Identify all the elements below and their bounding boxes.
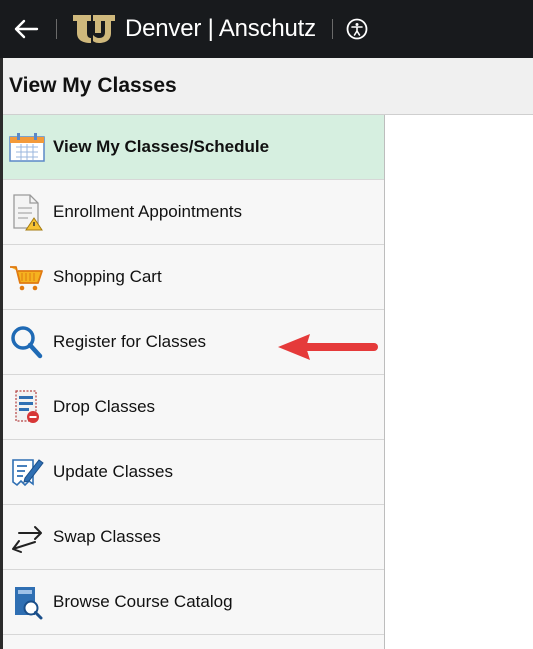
banner-separator <box>56 19 57 39</box>
nav-item-label: Update Classes <box>53 462 174 481</box>
nav-item-view-my-classes-schedule[interactable]: View My Classes/Schedule <box>3 115 384 180</box>
university-logo: Denver | Anschutz <box>71 13 316 45</box>
nav-item-label: View My Classes/Schedule <box>53 137 270 156</box>
page-title: View My Classes <box>9 74 177 97</box>
nav-item-label: Drop Classes <box>53 397 156 416</box>
brand-name: Denver | Anschutz <box>125 15 316 42</box>
back-button[interactable] <box>6 0 46 58</box>
annotation-arrow-icon <box>278 334 378 360</box>
document-warning-icon <box>5 192 49 232</box>
nav-item-shopping-cart[interactable]: Shopping Cart <box>3 245 384 310</box>
nav-item-label: Swap Classes <box>53 527 161 546</box>
nav-item-label: Browse Course Catalog <box>53 592 233 611</box>
banner-separator-2 <box>331 19 333 39</box>
nav-item-label: Enrollment Appointments <box>53 202 242 221</box>
back-arrow-icon <box>14 19 39 39</box>
top-banner: Denver | Anschutz <box>0 0 533 58</box>
nav-item-drop-classes[interactable]: Drop Classes <box>3 375 384 440</box>
accessibility-icon <box>346 18 368 40</box>
page-header: View My Classes <box>3 58 533 115</box>
cu-logo-icon <box>73 15 115 43</box>
nav-item-browse-course-catalog[interactable]: Browse Course Catalog <box>3 570 384 635</box>
edit-document-icon <box>5 452 49 492</box>
nav-item-update-classes[interactable]: Update Classes <box>3 440 384 505</box>
drop-list-icon <box>5 387 49 427</box>
nav-item-enrollment-appointments[interactable]: Enrollment Appointments <box>3 180 384 245</box>
nav-item-swap-classes[interactable]: Swap Classes <box>3 505 384 570</box>
nav-item-label: Register for Classes <box>53 332 207 351</box>
shopping-cart-icon <box>5 257 49 297</box>
accessibility-button[interactable] <box>343 0 371 58</box>
nav-item-label: Shopping Cart <box>53 267 162 286</box>
calendar-icon <box>5 127 49 167</box>
search-icon <box>5 322 49 362</box>
swap-arrows-icon <box>5 517 49 557</box>
left-navigation: View My Classes/Schedule Enrollment Appo… <box>3 115 385 649</box>
catalog-search-icon <box>5 582 49 622</box>
